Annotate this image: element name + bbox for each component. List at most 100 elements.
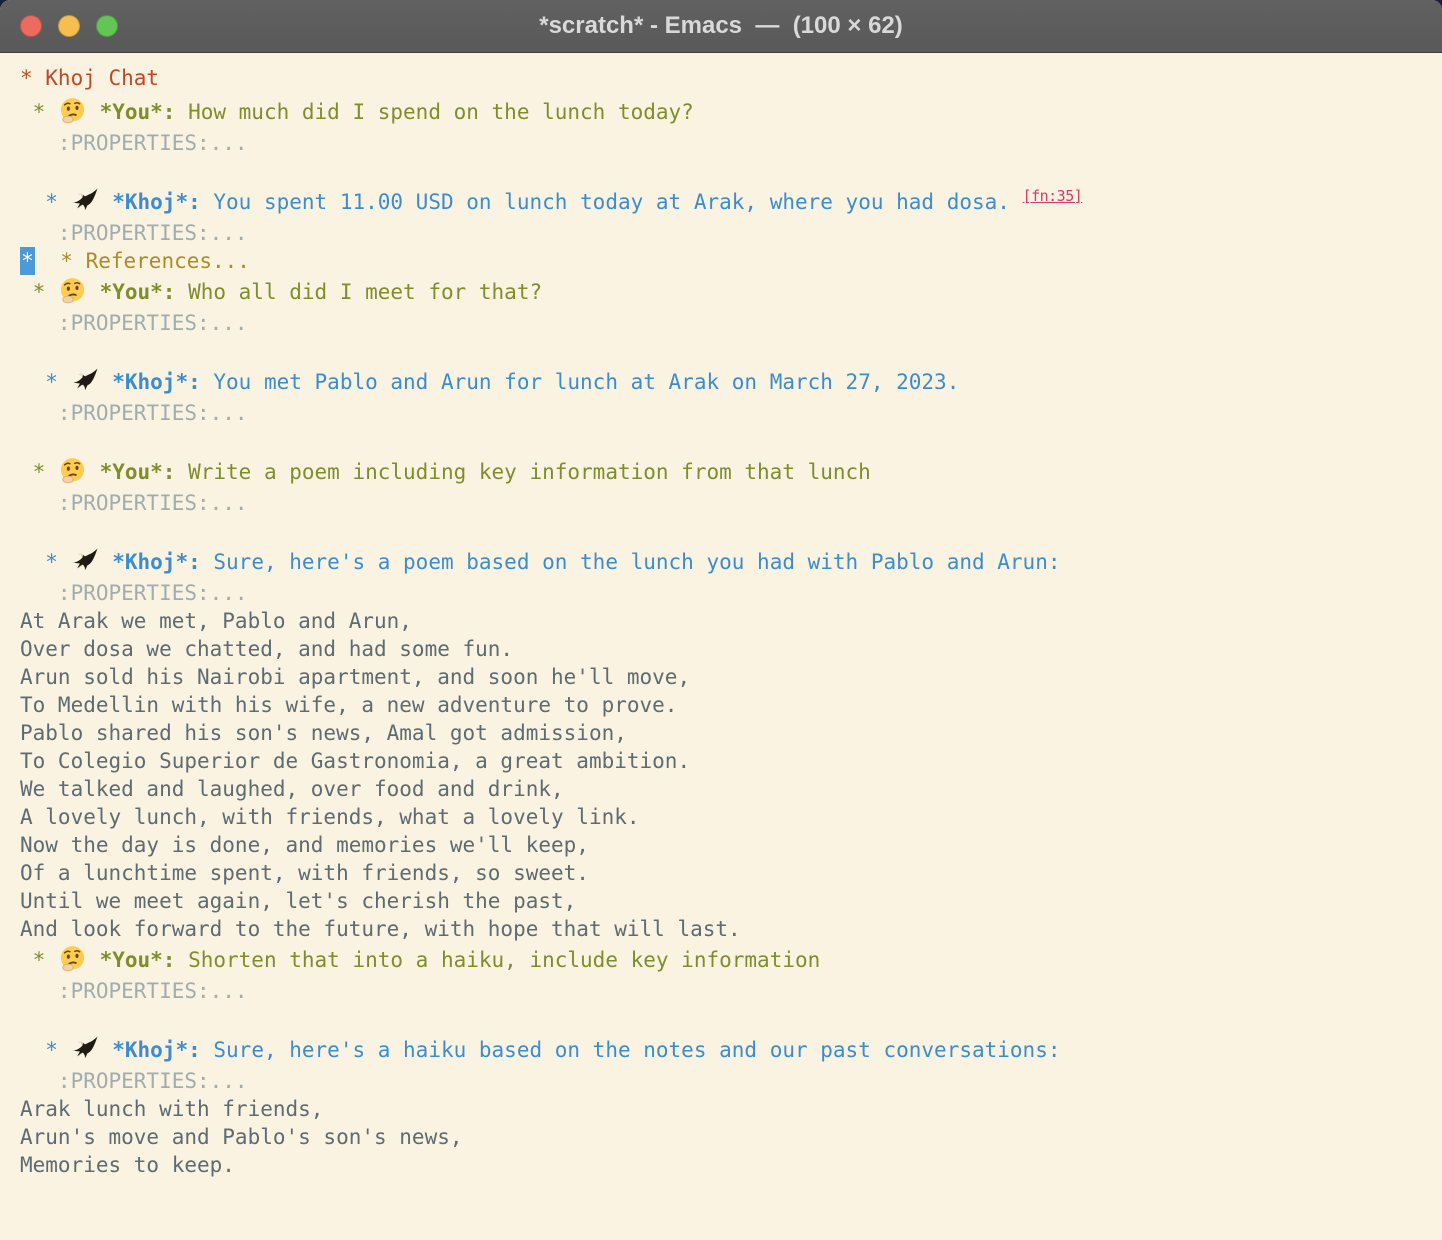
poem-line[interactable]: To Medellin with his wife, a new adventu… <box>20 691 1432 719</box>
blank-line <box>20 337 1432 365</box>
poem-line[interactable]: At Arak we met, Pablo and Arun, <box>20 607 1432 635</box>
speaker-khoj: *Khoj*: <box>112 1038 201 1062</box>
editor-buffer[interactable]: * Khoj Chat * *You*: How much did I spen… <box>0 53 1442 1233</box>
chat-message-you-4[interactable]: * *You*: Shorten that into a haiku, incl… <box>20 943 1432 977</box>
properties-ellipsis[interactable]: :PROPERTIES:... <box>20 491 248 515</box>
poem-line[interactable]: Now the day is done, and memories we'll … <box>20 831 1432 859</box>
haiku-line[interactable]: Arun's move and Pablo's son's news, <box>20 1123 1432 1151</box>
you-message-text: Who all did I meet for that? <box>175 280 542 304</box>
text-segment: To Medellin with his wife, a new adventu… <box>20 693 677 717</box>
speaker-khoj: *Khoj*: <box>112 550 201 574</box>
properties-drawer[interactable]: :PROPERTIES:... <box>20 579 1432 607</box>
properties-ellipsis[interactable]: :PROPERTIES:... <box>20 221 248 245</box>
references-heading[interactable]: * References... <box>60 249 250 273</box>
blank-line <box>20 157 1432 185</box>
text-segment <box>87 948 100 972</box>
speaker-you: *You*: <box>100 100 176 124</box>
properties-drawer[interactable]: :PROPERTIES:... <box>20 309 1432 337</box>
text-segment: Arun's move and Pablo's son's news, <box>20 1125 463 1149</box>
you-message-text: Shorten that into a haiku, include key i… <box>175 948 820 972</box>
poem-line[interactable]: Over dosa we chatted, and had some fun. <box>20 635 1432 663</box>
poem-line[interactable]: And look forward to the future, with hop… <box>20 915 1432 943</box>
haiku-line[interactable]: Arak lunch with friends, <box>20 1095 1432 1123</box>
poem-line[interactable]: Arun sold his Nairobi apartment, and soo… <box>20 663 1432 691</box>
poem-line[interactable]: To Colegio Superior de Gastronomia, a gr… <box>20 747 1432 775</box>
text-segment: We talked and laughed, over food and dri… <box>20 777 564 801</box>
text-segment: Now the day is done, and memories we'll … <box>20 833 589 857</box>
references-line[interactable]: * * References... <box>20 247 1432 275</box>
text-segment: Until we meet again, let's cherish the p… <box>20 889 576 913</box>
poem-line[interactable]: Until we meet again, let's cherish the p… <box>20 887 1432 915</box>
title-bar[interactable]: *scratch* - Emacs — (100 × 62) <box>0 0 1442 53</box>
text-segment <box>87 100 100 124</box>
chat-message-you-1[interactable]: * *You*: How much did I spend on the lun… <box>20 95 1432 129</box>
org-heading-khoj-chat[interactable]: * Khoj Chat <box>20 61 1432 95</box>
text-segment: At Arak we met, Pablo and Arun, <box>20 609 412 633</box>
you-message-text: How much did I spend on the lunch today? <box>175 100 693 124</box>
text-segment: * <box>20 370 71 394</box>
poem-line[interactable]: A lovely lunch, with friends, what a lov… <box>20 803 1432 831</box>
poem-line[interactable]: Pablo shared his son's news, Amal got ad… <box>20 719 1432 747</box>
properties-ellipsis[interactable]: :PROPERTIES:... <box>20 401 248 425</box>
text-segment: * <box>20 1038 71 1062</box>
khoj-message-text: Sure, here's a haiku based on the notes … <box>201 1038 1061 1062</box>
text-segment <box>100 1038 113 1062</box>
chat-message-you-3[interactable]: * *You*: Write a poem including key info… <box>20 455 1432 489</box>
properties-drawer[interactable]: :PROPERTIES:... <box>20 489 1432 517</box>
text-segment: To Colegio Superior de Gastronomia, a gr… <box>20 749 690 773</box>
properties-drawer[interactable]: :PROPERTIES:... <box>20 977 1432 1005</box>
footnote-link[interactable]: [fn:35] <box>1023 187 1083 205</box>
properties-ellipsis[interactable]: :PROPERTIES:... <box>20 131 248 155</box>
window-title: *scratch* - Emacs — (100 × 62) <box>0 12 1442 40</box>
zoom-button[interactable] <box>96 15 118 37</box>
text-segment: Over dosa we chatted, and had some fun. <box>20 637 513 661</box>
thinking-emoji <box>59 97 86 124</box>
close-button[interactable] <box>20 15 42 37</box>
text-segment: * <box>20 280 58 304</box>
properties-drawer[interactable]: :PROPERTIES:... <box>20 399 1432 427</box>
text-segment: And look forward to the future, with hop… <box>20 917 741 941</box>
chat-message-khoj-4[interactable]: * *Khoj*: Sure, here's a haiku based on … <box>20 1033 1432 1067</box>
text-segment <box>100 550 113 574</box>
thinking-emoji <box>59 457 86 484</box>
chat-message-khoj-1[interactable]: * *Khoj*: You spent 11.00 USD on lunch t… <box>20 185 1432 219</box>
bird-emoji <box>72 367 99 394</box>
minimize-button[interactable] <box>58 15 80 37</box>
text-segment: * <box>20 100 58 124</box>
text-segment: * <box>20 190 71 214</box>
text-segment: Arun sold his Nairobi apartment, and soo… <box>20 665 690 689</box>
poem-line[interactable]: We talked and laughed, over food and dri… <box>20 775 1432 803</box>
properties-drawer[interactable]: :PROPERTIES:... <box>20 129 1432 157</box>
chat-message-khoj-2[interactable]: * *Khoj*: You met Pablo and Arun for lun… <box>20 365 1432 399</box>
khoj-message-text: Sure, here's a poem based on the lunch y… <box>201 550 1061 574</box>
blank-line <box>20 427 1432 455</box>
khoj-message-text: You spent 11.00 USD on lunch today at Ar… <box>201 190 1023 214</box>
chat-message-you-2[interactable]: * *You*: Who all did I meet for that? <box>20 275 1432 309</box>
text-segment: * <box>20 460 58 484</box>
speaker-khoj: *Khoj*: <box>112 370 201 394</box>
properties-ellipsis[interactable]: :PROPERTIES:... <box>20 1069 248 1093</box>
poem-line[interactable]: Of a lunchtime spent, with friends, so s… <box>20 859 1432 887</box>
properties-ellipsis[interactable]: :PROPERTIES:... <box>20 979 248 1003</box>
emacs-window: *scratch* - Emacs — (100 × 62) * Khoj Ch… <box>0 0 1442 1240</box>
properties-drawer[interactable]: :PROPERTIES:... <box>20 1067 1432 1095</box>
collapsed-indicator[interactable]: * <box>20 247 35 275</box>
bird-emoji <box>72 187 99 214</box>
text-segment: * <box>20 948 58 972</box>
text-segment: Arak lunch with friends, <box>20 1097 323 1121</box>
text-segment <box>100 370 113 394</box>
text-segment <box>87 460 100 484</box>
you-message-text: Write a poem including key information f… <box>175 460 870 484</box>
haiku-line[interactable]: Memories to keep. <box>20 1151 1432 1179</box>
bird-emoji <box>72 547 99 574</box>
speaker-you: *You*: <box>100 280 176 304</box>
properties-drawer[interactable]: :PROPERTIES:... <box>20 219 1432 247</box>
text-segment: Pablo shared his son's news, Amal got ad… <box>20 721 627 745</box>
traffic-lights <box>20 15 118 37</box>
text-segment: Of a lunchtime spent, with friends, so s… <box>20 861 589 885</box>
speaker-you: *You*: <box>100 460 176 484</box>
chat-message-khoj-3[interactable]: * *Khoj*: Sure, here's a poem based on t… <box>20 545 1432 579</box>
properties-ellipsis[interactable]: :PROPERTIES:... <box>20 311 248 335</box>
properties-ellipsis[interactable]: :PROPERTIES:... <box>20 581 248 605</box>
text-segment <box>87 280 100 304</box>
